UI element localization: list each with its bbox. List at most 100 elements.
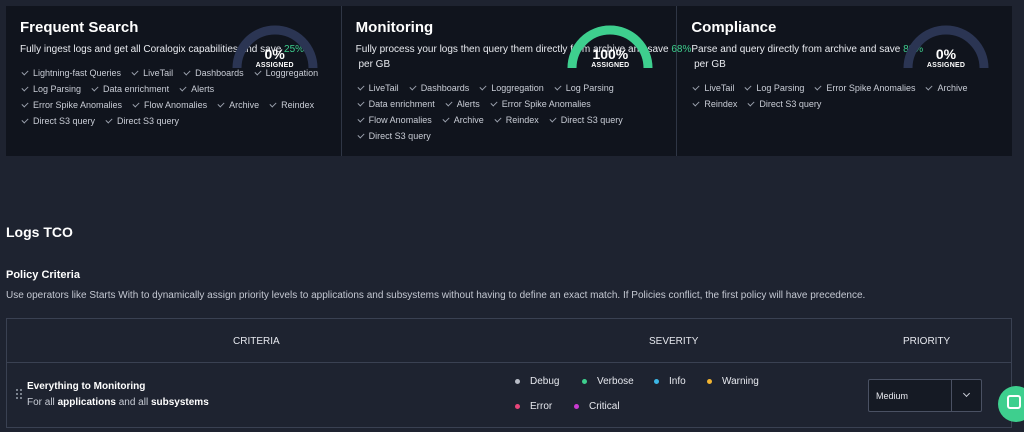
feature-item: Direct S3 query xyxy=(548,114,623,126)
check-icon xyxy=(132,100,140,108)
gauge-label: ASSIGNED xyxy=(926,62,966,69)
policy-table: CRITERIA SEVERITY PRIORITY Everything to… xyxy=(6,318,1012,428)
gauge-label: ASSIGNED xyxy=(255,62,294,69)
check-icon xyxy=(409,83,417,91)
severity-info[interactable]: Info xyxy=(654,376,686,387)
check-icon xyxy=(105,116,113,124)
severity-critical[interactable]: Critical xyxy=(574,401,620,412)
feature-item: Flow Anomalies xyxy=(356,114,432,126)
check-icon xyxy=(21,116,29,124)
feature-item: Archive xyxy=(441,114,484,126)
check-icon xyxy=(357,83,365,91)
feature-item: Direct S3 query xyxy=(20,115,95,127)
plan-description: Fully process your logs then query them … xyxy=(355,44,692,70)
severity-error[interactable]: Error xyxy=(515,401,552,412)
table-row[interactable]: Everything to Monitoring For all applica… xyxy=(7,363,1011,427)
gauge-value: 0% xyxy=(935,46,957,62)
check-icon xyxy=(357,115,365,123)
feature-item: Reindex xyxy=(691,98,737,110)
assigned-gauge: 100% ASSIGNED xyxy=(564,20,656,72)
chevron-down-icon[interactable] xyxy=(962,389,971,398)
drag-handle-icon[interactable] xyxy=(16,389,22,399)
check-icon xyxy=(21,84,29,92)
severity-dot-icon xyxy=(515,404,520,409)
feature-item: Loggregation xyxy=(478,82,544,94)
check-icon xyxy=(925,83,933,91)
feature-item: Reindex xyxy=(268,99,314,111)
feature-item: Archive xyxy=(924,82,967,94)
severity-debug[interactable]: Debug xyxy=(515,376,559,387)
severity-warning[interactable]: Warning xyxy=(707,376,759,387)
priority-value: Medium xyxy=(876,391,909,401)
feature-item: Lightning-fast Queries xyxy=(20,67,121,79)
feature-item: Direct S3 query xyxy=(356,130,431,142)
check-icon xyxy=(692,99,700,107)
check-icon xyxy=(21,100,29,108)
check-icon xyxy=(217,100,225,108)
priority-select[interactable]: Medium xyxy=(868,379,982,412)
plan-description: Parse and query directly from archive an… xyxy=(691,44,924,70)
gauge-label: ASSIGNED xyxy=(591,62,630,69)
feature-item: Error Spike Anomalies xyxy=(20,99,122,111)
plan-card-frequent-search[interactable]: Frequent Search Fully ingest logs and ge… xyxy=(6,6,342,156)
feature-item: Data enrichment xyxy=(90,83,169,95)
check-icon xyxy=(814,83,822,91)
table-header: CRITERIA SEVERITY PRIORITY xyxy=(7,319,1011,363)
feature-item: Log Parsing xyxy=(743,82,804,94)
check-icon xyxy=(549,115,557,123)
check-icon xyxy=(692,83,700,91)
check-icon xyxy=(357,99,365,107)
plan-card-monitoring[interactable]: Monitoring Fully process your logs then … xyxy=(342,6,692,156)
gauge-value: 0% xyxy=(264,46,285,62)
check-icon xyxy=(21,68,29,76)
policy-name: Everything to Monitoring xyxy=(27,381,146,392)
plan-cards: Frequent Search Fully ingest logs and ge… xyxy=(6,6,1012,156)
feature-item: Data enrichment xyxy=(356,98,435,110)
check-icon xyxy=(744,83,752,91)
feature-item: Error Spike Anomalies xyxy=(489,98,591,110)
feature-item: Error Spike Anomalies xyxy=(813,82,915,94)
section-title: Logs TCO xyxy=(6,224,73,240)
plan-card-compliance[interactable]: Compliance Parse and query directly from… xyxy=(677,6,1012,156)
check-icon xyxy=(183,68,191,76)
feature-item: Direct S3 query xyxy=(104,115,179,127)
feature-item: Flow Anomalies xyxy=(131,99,207,111)
policy-criteria-description: Use operators like Starts With to dynami… xyxy=(6,290,866,301)
severity-dot-icon xyxy=(582,379,587,384)
assigned-gauge: 0% ASSIGNED xyxy=(229,20,321,72)
policy-criteria-title: Policy Criteria xyxy=(6,269,80,281)
check-icon xyxy=(269,100,277,108)
column-header-priority: PRIORITY xyxy=(903,336,951,347)
check-icon xyxy=(131,68,139,76)
feature-item: LiveTail xyxy=(130,67,173,79)
feature-list: Lightning-fast Queries LiveTail Dashboards… xyxy=(20,67,320,127)
feature-item: LiveTail xyxy=(691,82,734,94)
feature-item: Alerts xyxy=(178,83,214,95)
policy-description: For all applications and all subsystems xyxy=(27,397,209,408)
feature-item: Archive xyxy=(216,99,259,111)
check-icon xyxy=(494,115,502,123)
feature-list: LiveTail Log Parsing Error Spike Anomalies… xyxy=(691,82,991,110)
plan-description: Fully ingest logs and get all Coralogix … xyxy=(20,44,305,55)
check-icon xyxy=(442,115,450,123)
column-header-criteria: CRITERIA xyxy=(233,336,280,347)
feature-item: Dashboards xyxy=(408,82,469,94)
assigned-gauge: 0% ASSIGNED xyxy=(900,20,992,72)
feature-item: Log Parsing xyxy=(20,83,81,95)
gauge-value: 100% xyxy=(592,46,629,62)
column-header-severity: SEVERITY xyxy=(649,336,699,347)
feature-item: Reindex xyxy=(493,114,539,126)
check-icon xyxy=(91,84,99,92)
feature-item: Log Parsing xyxy=(553,82,614,94)
feature-item: Direct S3 query xyxy=(746,98,821,110)
check-icon xyxy=(554,83,562,91)
check-icon xyxy=(445,99,453,107)
check-icon xyxy=(747,99,755,107)
severity-verbose[interactable]: Verbose xyxy=(582,376,634,387)
severity-dot-icon xyxy=(654,379,659,384)
feature-list: LiveTail Dashboards Loggregation Log Parsin… xyxy=(356,82,656,142)
severity-dot-icon xyxy=(515,379,520,384)
check-icon xyxy=(179,84,187,92)
feature-item: LiveTail xyxy=(356,82,399,94)
feature-item: Alerts xyxy=(444,98,480,110)
